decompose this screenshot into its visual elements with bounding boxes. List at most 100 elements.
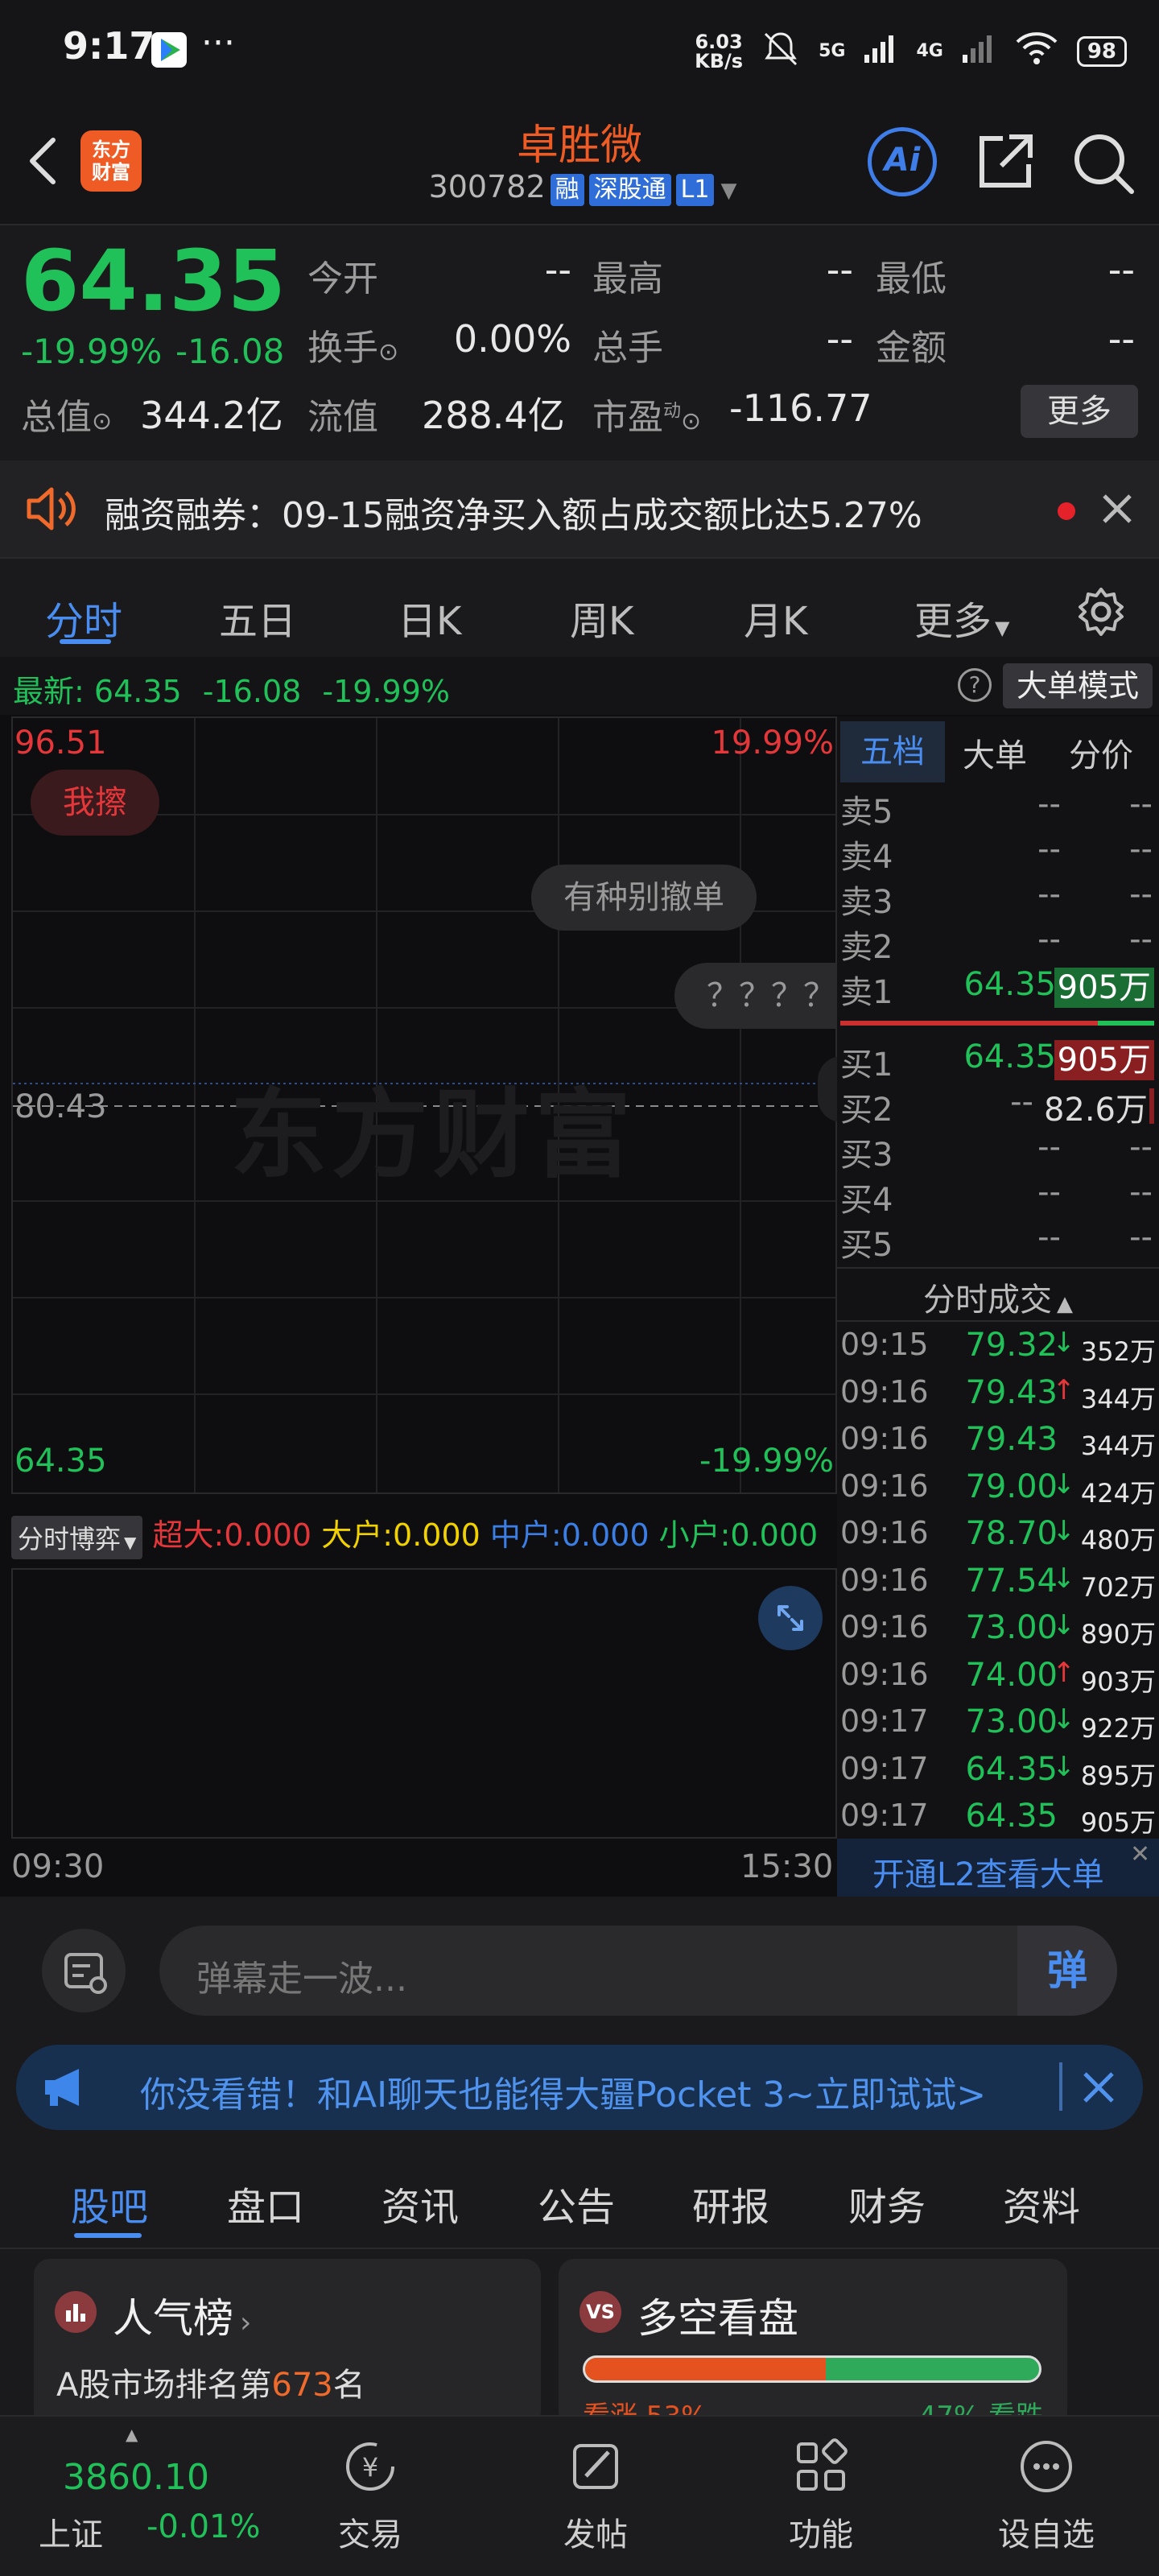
search-icon[interactable] [1069,129,1136,196]
popularity-card[interactable]: 人气榜 › A股市场排名第673名 [34,2259,541,2428]
tab-order-book[interactable]: 盘口 [227,2175,304,2231]
danmaku-placeholder: 弹幕走一波... [196,1959,407,2000]
margin-notice-bar[interactable]: 融资融券：09-15融资净买入额占成交额比达5.27% [0,460,1159,557]
index-value[interactable]: 3860.10 [63,2457,209,2498]
tick-time: 09:16 [840,1562,929,1598]
danmaku-bubble[interactable]: 我擦 [31,770,159,836]
tab-research[interactable]: 研报 [692,2175,769,2231]
rank-suffix: 名 [332,2367,365,2404]
pe-value: -116.77 [729,386,872,430]
net-speed-value: 6.03 [695,30,743,53]
play-store-icon [151,32,187,68]
nav-add-watchlist[interactable]: 设自选 [974,2433,1119,2555]
tab-intraday[interactable]: 分时 [45,589,122,646]
promo-banner[interactable]: 你没看错！和AI聊天也能得大疆Pocket 3~立即试试> [16,2045,1143,2130]
price-chart-frame[interactable]: 东方财富 96.51 19.99% 80.43 64.35 -19.99% 我擦… [11,716,866,1494]
tick-volume: 890万 [1080,1619,1156,1649]
tab-five-levels[interactable]: 五档 [840,721,945,782]
tick-time: 09:16 [840,1421,929,1456]
danmaku-bubble[interactable]: ？？？？ [674,963,835,1029]
nav-trade[interactable]: ¥ 交易 [298,2433,443,2555]
tick-trade-row: 09:16 79.43 ↑ 344万 [840,1374,1159,1422]
close-promo-icon[interactable] [1079,2067,1119,2111]
danmaku-settings-icon [64,1953,107,1994]
bid-level-1: 买1 64.35 905万 [840,1038,1154,1084]
tab-monthly-k[interactable]: 月K [744,589,807,646]
big-order-mode-button[interactable]: 大单模式 [1003,663,1153,708]
tab-financials[interactable]: 财务 [848,2175,926,2231]
bid-label: 买5 [840,1227,893,1264]
bid-level-2: 买2 -- 82.6万 [840,1084,1154,1129]
tag-level1: L1 [675,174,715,206]
help-icon[interactable]: ? [958,668,992,702]
danmaku-input[interactable]: 弹幕走一波... 弹 [159,1926,1117,2016]
signal-4g-label: 4G [916,41,943,61]
stock-header: 东方 财富 卓胜微 300782 融深股通 L1 ▼ Ai [0,97,1159,225]
info-icon: ⊙ [92,407,113,436]
nav-functions[interactable]: 功能 [749,2433,893,2555]
tab-big-orders[interactable]: 大单 [963,729,1027,776]
tick-price: 79.32 [965,1327,1058,1364]
tab-weekly-k[interactable]: 周K [570,589,633,646]
tab-forum[interactable]: 股吧 [71,2175,148,2231]
status-icons: 6.03 KB/s 5G 4G 98 [695,29,1127,73]
expand-icon[interactable] [758,1586,823,1650]
tick-trades-header[interactable]: 分时成交 ▲ [837,1274,1159,1320]
l2-upgrade-banner[interactable]: 开通L2查看大单 ✕ [837,1839,1159,1897]
pe-label-text: 市盈 [592,397,663,438]
stock-code-row[interactable]: 300782 融深股通 L1 ▼ [414,169,752,206]
high-label: 最高 [592,258,663,299]
tick-price: 74.00 [965,1656,1058,1694]
bid-pressure-bar [1098,1021,1154,1026]
tab-news[interactable]: 资讯 [382,2175,459,2231]
index-change[interactable]: -0.01% [146,2508,261,2545]
latest-change: -16.08 [202,674,302,709]
bid-label: 买3 [840,1137,893,1174]
l2-upgrade-link: 开通L2查看大单 [872,1856,1104,1893]
ai-assistant-button[interactable]: Ai [868,127,937,196]
logo-line1: 东方 [92,138,130,161]
tab-price-distribution[interactable]: 分价 [1069,729,1133,776]
close-notice-icon[interactable] [1098,489,1136,531]
danmaku-settings-button[interactable] [42,1929,126,2013]
turnover-label[interactable]: 换手⊙ [307,319,398,370]
pe-label[interactable]: 市盈动⊙ [592,388,701,440]
tick-volume: 922万 [1080,1713,1156,1744]
tick-trade-row: 09:15 79.32 ↓ 352万 [840,1327,1159,1374]
danmaku-bubble[interactable]: 有种别撤单 [531,865,757,931]
ask-volume: -- [1129,876,1153,913]
caret-down-icon: ▼ [995,617,1010,639]
tab-profile[interactable]: 资料 [1003,2175,1080,2231]
market-cap-label[interactable]: 总值⊙ [21,388,112,440]
settings-gear-icon[interactable] [1075,586,1127,641]
nav-post[interactable]: 发帖 [523,2433,668,2555]
capital-flow-row: 分时博弈 ▼ 超大:0.000 大户:0.000 中户:0.000 小户:0.00… [11,1510,837,1559]
active-content-tab-indicator [74,2233,142,2238]
current-price: 64.35 [21,232,286,330]
tab-daily-k[interactable]: 日K [398,589,461,646]
volume-chart-frame[interactable] [11,1568,837,1839]
share-icon[interactable] [971,129,1038,196]
tick-volume: 905万 [1080,1807,1156,1838]
float-cap-value: 288.4亿 [422,394,565,437]
danmaku-send-button[interactable]: 弹 [1017,1926,1117,2016]
back-button[interactable] [19,129,68,193]
tab-announcements[interactable]: 公告 [538,2175,615,2231]
chevron-right-icon: › [240,2306,252,2339]
indicator-select[interactable]: 分时博弈 ▼ [11,1515,143,1559]
tick-trade-row: 09:16 78.70 ↓ 480万 [840,1515,1159,1563]
tick-volume: 903万 [1080,1666,1156,1697]
long-short-card[interactable]: VS 多空看盘 看涨 53% 47% 看跌 [559,2259,1067,2428]
content-tabs: 股吧 盘口 资讯 公告 研报 财务 资料 [0,2149,1159,2249]
more-quote-button[interactable]: 更多 [1021,385,1138,438]
flow-small-value: 0.000 [730,1517,819,1553]
tab-more[interactable]: 更多 ▼ [914,589,1009,646]
popularity-title: 人气榜 › [113,2286,251,2344]
tick-time: 09:17 [840,1798,929,1833]
turnover-label-text: 换手 [307,328,378,369]
bull-bar [585,2358,826,2380]
tab-five-day[interactable]: 五日 [219,589,296,646]
tick-price: 73.00 [965,1609,1058,1646]
tick-price: 79.43 [965,1421,1058,1458]
index-name[interactable]: 上证 [39,2508,103,2555]
